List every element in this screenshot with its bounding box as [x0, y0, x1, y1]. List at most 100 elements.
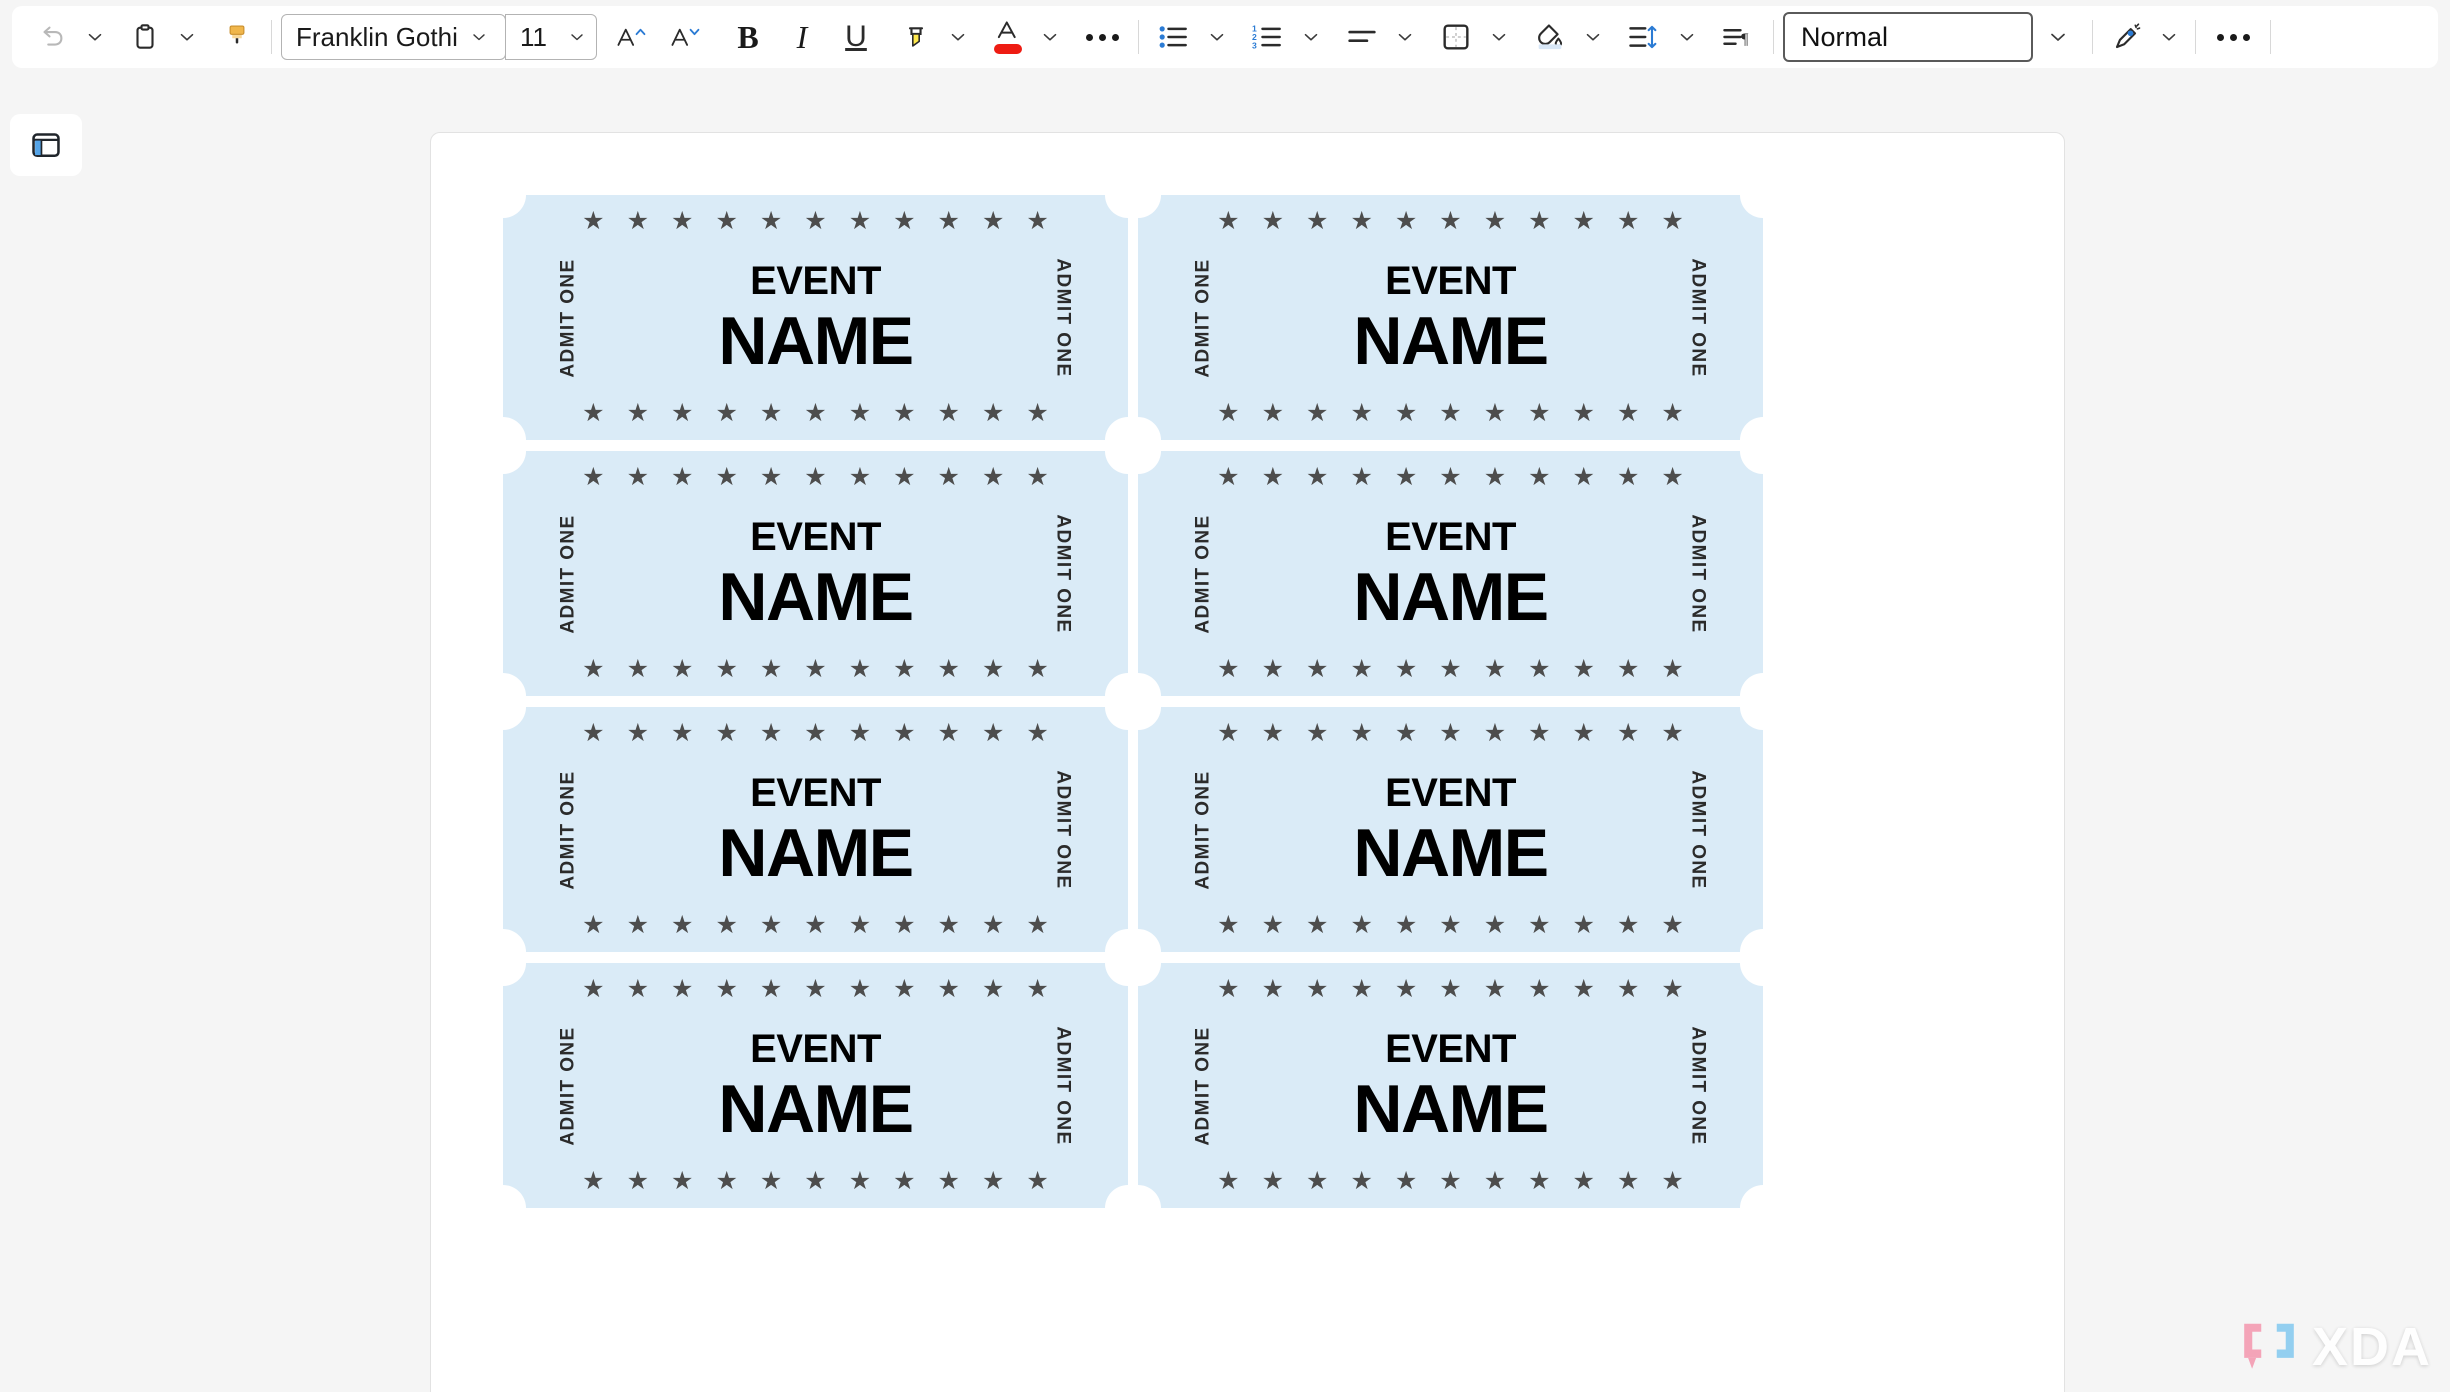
ticket-event-label: EVENT: [1385, 514, 1516, 559]
ticket-body: EVENT NAME: [503, 451, 1128, 696]
ticket[interactable]: ★ ★ ★ ★ ★ ★ ★ ★ ★ ★ ★ ★ ★ ★ ★ ★ ★ ★ ★ ★ ★ ★ ADMIT ONE ADMIT ONE…: [1115, 428, 1786, 719]
ticket-name-label: NAME: [1353, 814, 1549, 891]
more-toolbar-options-button[interactable]: [2205, 14, 2261, 60]
numbered-list-dropdown-button[interactable]: [1294, 14, 1328, 60]
ticket-body: EVENT NAME: [1138, 963, 1763, 1208]
ellipsis-icon: [2216, 33, 2250, 41]
bullet-list-dropdown-button[interactable]: [1200, 14, 1234, 60]
numbered-list-button[interactable]: 1 2 3: [1242, 14, 1294, 60]
line-spacing-icon: [1629, 25, 1657, 49]
bullet-list-button[interactable]: [1148, 14, 1200, 60]
toolbar-surface: Franklin Gothic... 11: [12, 6, 2438, 68]
chevron-down-icon: [1586, 33, 1600, 41]
numbered-list-icon: 1 2 3: [1252, 24, 1281, 50]
format-painter-button[interactable]: [212, 14, 262, 60]
paragraph-direction-button[interactable]: ¶: [1712, 14, 1764, 60]
highlighter-icon: [908, 27, 924, 47]
clipboard-icon: [136, 24, 154, 49]
chevron-down-icon: [1043, 33, 1057, 41]
ticket-name-label: NAME: [1353, 558, 1549, 635]
font-size-value: 11: [520, 22, 547, 52]
shading-button[interactable]: [1524, 14, 1576, 60]
grow-font-button[interactable]: [605, 14, 659, 60]
side-panel-toggle-button[interactable]: [10, 114, 82, 176]
align-button[interactable]: [1336, 14, 1388, 60]
font-color-button[interactable]: [983, 14, 1033, 60]
borders-dropdown-button[interactable]: [1482, 14, 1516, 60]
paste-button[interactable]: [120, 14, 170, 60]
ticket-body: EVENT NAME: [503, 707, 1128, 952]
ribbon-toolbar: Franklin Gothic... 11: [0, 0, 2450, 68]
paste-dropdown-button[interactable]: [170, 14, 204, 60]
ticket-name-label: NAME: [718, 302, 914, 379]
ticket-name-label: NAME: [1353, 1070, 1549, 1147]
align-icon: [1348, 30, 1376, 43]
ticket-name-label: NAME: [718, 814, 914, 891]
svg-text:3: 3: [1252, 40, 1257, 50]
style-value: Normal: [1801, 21, 1889, 52]
font-name-value: Franklin Gothic...: [296, 22, 458, 52]
chevron-down-icon: [1304, 33, 1318, 41]
ticket[interactable]: ★ ★ ★ ★ ★ ★ ★ ★ ★ ★ ★ ★ ★ ★ ★ ★ ★ ★ ★ ★ ★ ★ ADMIT ONE ADMIT ONE…: [1115, 172, 1786, 463]
document-page[interactable]: ★ ★ ★ ★ ★ ★ ★ ★ ★ ★ ★ ★ ★ ★ ★ ★ ★ ★ ★ ★ ★ ★ ADMIT ONE ADMIT ONE…: [430, 132, 2065, 1392]
style-dropdown-button[interactable]: [2033, 12, 2083, 62]
undo-icon: [43, 26, 63, 46]
font-size-combo[interactable]: 11: [505, 14, 597, 60]
ticket-name-label: NAME: [718, 1070, 914, 1147]
bold-button[interactable]: B: [721, 14, 775, 60]
align-dropdown-button[interactable]: [1388, 14, 1422, 60]
ticket-body: EVENT NAME: [503, 963, 1128, 1208]
ticket-event-label: EVENT: [750, 514, 881, 559]
ticket-body: EVENT NAME: [1138, 195, 1763, 440]
ticket[interactable]: ★ ★ ★ ★ ★ ★ ★ ★ ★ ★ ★ ★ ★ ★ ★ ★ ★ ★ ★ ★ ★ ★ ADMIT ONE ADMIT ONE…: [480, 940, 1151, 1231]
bullet-list-icon: [1159, 26, 1187, 48]
undo-dropdown-button[interactable]: [78, 14, 112, 60]
chevron-down-icon: [1680, 33, 1694, 41]
undo-button[interactable]: [26, 14, 78, 60]
format-painter-icon: [229, 25, 245, 44]
chevron-down-icon: [2162, 33, 2176, 41]
ticket[interactable]: ★ ★ ★ ★ ★ ★ ★ ★ ★ ★ ★ ★ ★ ★ ★ ★ ★ ★ ★ ★ ★ ★ ADMIT ONE ADMIT ONE…: [480, 684, 1151, 975]
line-spacing-button[interactable]: [1618, 14, 1670, 60]
ticket[interactable]: ★ ★ ★ ★ ★ ★ ★ ★ ★ ★ ★ ★ ★ ★ ★ ★ ★ ★ ★ ★ ★ ★ ADMIT ONE ADMIT ONE…: [1115, 940, 1786, 1231]
more-font-options-button[interactable]: [1075, 14, 1129, 60]
shading-dropdown-button[interactable]: [1576, 14, 1610, 60]
line-spacing-dropdown-button[interactable]: [1670, 14, 1704, 60]
ticket-event-label: EVENT: [750, 1026, 881, 1071]
italic-icon: I: [796, 18, 808, 55]
ticket-body: EVENT NAME: [1138, 707, 1763, 952]
document-canvas[interactable]: ★ ★ ★ ★ ★ ★ ★ ★ ★ ★ ★ ★ ★ ★ ★ ★ ★ ★ ★ ★ ★ ★ ADMIT ONE ADMIT ONE…: [90, 68, 2450, 1392]
ticket-event-label: EVENT: [1385, 1026, 1516, 1071]
font-color-icon: [997, 21, 1016, 39]
chevron-down-icon: [473, 34, 485, 41]
ticket[interactable]: ★ ★ ★ ★ ★ ★ ★ ★ ★ ★ ★ ★ ★ ★ ★ ★ ★ ★ ★ ★ ★ ★ ADMIT ONE ADMIT ONE…: [1115, 684, 1786, 975]
ticket-event-label: EVENT: [1385, 770, 1516, 815]
font-name-combo[interactable]: Franklin Gothic...: [281, 14, 506, 60]
style-combo[interactable]: Normal: [1783, 12, 2083, 62]
bold-icon: B: [737, 18, 759, 55]
shrink-font-icon: [671, 28, 700, 46]
style-input[interactable]: Normal: [1783, 12, 2033, 62]
borders-button[interactable]: [1430, 14, 1482, 60]
font-size-dropdown-button[interactable]: [558, 15, 596, 59]
ticket-name-label: NAME: [718, 558, 914, 635]
font-color-dropdown-button[interactable]: [1033, 14, 1067, 60]
paragraph-direction-icon: ¶: [1723, 29, 1749, 48]
ticket[interactable]: ★ ★ ★ ★ ★ ★ ★ ★ ★ ★ ★ ★ ★ ★ ★ ★ ★ ★ ★ ★ ★ ★ ADMIT ONE ADMIT ONE…: [480, 172, 1151, 463]
editor-dropdown-button[interactable]: [2152, 14, 2186, 60]
ticket-event-label: EVENT: [1385, 258, 1516, 303]
italic-button[interactable]: I: [775, 14, 829, 60]
ticket[interactable]: ★ ★ ★ ★ ★ ★ ★ ★ ★ ★ ★ ★ ★ ★ ★ ★ ★ ★ ★ ★ ★ ★ ADMIT ONE ADMIT ONE…: [480, 428, 1151, 719]
chevron-down-icon: [2051, 33, 2065, 41]
highlight-dropdown-button[interactable]: [941, 14, 975, 60]
chevron-down-icon: [1398, 33, 1412, 41]
side-panel-icon: [32, 133, 60, 158]
ticket-name-label: NAME: [1353, 302, 1549, 379]
grow-font-icon: [617, 28, 646, 46]
font-name-dropdown-button[interactable]: [458, 15, 500, 59]
ticket-event-label: EVENT: [750, 258, 881, 303]
shrink-font-button[interactable]: [659, 14, 713, 60]
highlight-button[interactable]: [891, 14, 941, 60]
editor-button[interactable]: [2102, 14, 2152, 60]
underline-button[interactable]: U: [829, 14, 883, 60]
